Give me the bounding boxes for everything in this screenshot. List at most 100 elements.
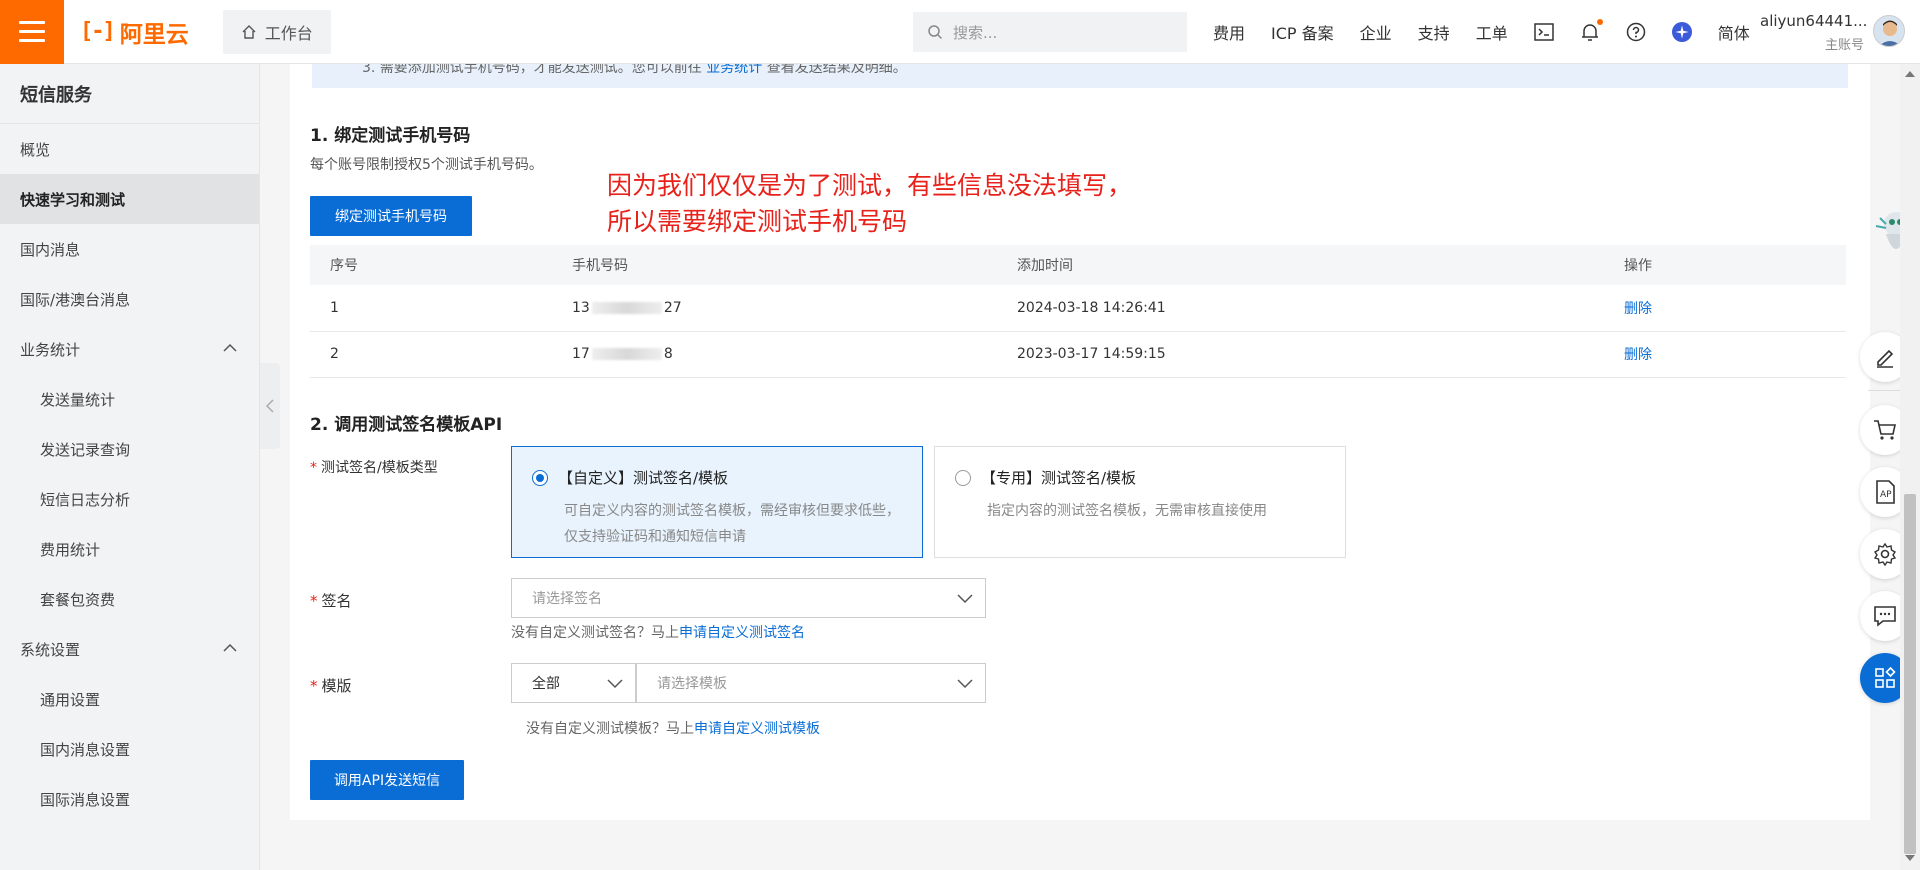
logo-text: 阿里云 xyxy=(119,21,189,48)
template-hint: 没有自定义测试模板？马上申请自定义测试模板 xyxy=(526,718,820,738)
sidebar-item-label: 国际/港澳台消息 xyxy=(20,290,131,309)
sidebar-item-domestic-settings[interactable]: 国内消息设置 xyxy=(0,724,259,774)
apply-template-link[interactable]: 申请自定义测试模板 xyxy=(694,721,820,737)
nav-enterprise[interactable]: 企业 xyxy=(1360,20,1392,44)
page-scrollbar[interactable] xyxy=(1900,64,1920,870)
template-filter-select[interactable]: 全部 xyxy=(511,663,636,703)
menu-button[interactable] xyxy=(0,0,64,64)
apps-grid-icon xyxy=(1875,667,1896,688)
top-nav: 费用 ICP 备案 企业 支持 工单 简体 xyxy=(1200,0,1763,64)
red-annotation: 因为我们仅仅是为了测试，有些信息没法填写， 所以需要绑定测试手机号码 xyxy=(607,168,1132,240)
language-switch[interactable]: 简体 xyxy=(1718,20,1750,44)
nav-ticket[interactable]: 工单 xyxy=(1476,20,1508,44)
account-menu[interactable]: aliyun64441... 主账号 xyxy=(1760,12,1867,53)
cell-time: 2023-03-17 14:59:15 xyxy=(997,331,1604,378)
sidebar-item-send-volume[interactable]: 发送量统计 xyxy=(0,374,259,424)
template-hint-text: 没有自定义测试模板？马上 xyxy=(526,721,694,737)
sidebar-item-general-settings[interactable]: 通用设置 xyxy=(0,674,259,724)
cart-icon xyxy=(1874,420,1896,440)
chevron-down-icon xyxy=(957,679,973,689)
chevron-down-icon xyxy=(607,679,623,689)
card-special-desc: 指定内容的测试签名模板，无需审核直接使用 xyxy=(987,503,1267,519)
required-mark: * xyxy=(310,677,318,695)
scroll-up-icon xyxy=(1905,71,1915,77)
scrollbar-thumb[interactable] xyxy=(1904,494,1916,854)
sidebar-item-label: 费用统计 xyxy=(40,540,101,559)
account-role: 主账号 xyxy=(1824,38,1864,53)
cell-phone: 13 27 xyxy=(552,285,997,332)
sign-select[interactable]: 请选择签名 xyxy=(511,578,986,618)
search-input[interactable]: 搜索... xyxy=(913,12,1187,52)
col-phone: 手机号码 xyxy=(552,245,997,285)
sidebar-item-label: 系统设置 xyxy=(20,640,81,659)
required-mark: * xyxy=(310,460,317,476)
help-icon[interactable] xyxy=(1626,22,1646,42)
terminal-icon[interactable] xyxy=(1533,22,1554,42)
chat-icon xyxy=(1874,606,1896,627)
radio-special[interactable] xyxy=(955,469,971,486)
template-filter-value: 全部 xyxy=(532,676,560,692)
main-panel: 3. 需要添加测试手机号码，才能发送测试。您可以前往 业务统计 查看发送结果及明… xyxy=(290,64,1870,820)
bind-phone-button[interactable]: 绑定测试手机号码 xyxy=(310,196,472,236)
table-header-row: 序号 手机号码 添加时间 操作 xyxy=(310,245,1846,285)
svg-text:AP: AP xyxy=(1880,490,1892,500)
template-label: * 模版 xyxy=(310,675,352,696)
info-text: 3. 需要添加测试手机号码，才能发送测试。您可以前往 xyxy=(362,64,702,76)
ai-assistant-icon[interactable] xyxy=(1671,22,1692,42)
sidebar: 短信服务 概览 快速学习和测试 国内消息 国际/港澳台消息 业务统计 发送量统计… xyxy=(0,64,260,870)
sidebar-item-system-settings[interactable]: 系统设置 xyxy=(0,624,259,674)
card-special-title: 【专用】测试签名/模板 xyxy=(981,469,1137,487)
chevron-down-icon xyxy=(957,594,973,604)
apply-sign-link[interactable]: 申请自定义测试签名 xyxy=(679,625,805,641)
table-row: 2 17 8 2023-03-17 14:59:15 删除 xyxy=(310,331,1846,378)
required-mark: * xyxy=(310,592,318,610)
radio-custom[interactable] xyxy=(532,469,548,486)
home-icon xyxy=(242,24,256,39)
sidebar-item-international-settings[interactable]: 国际消息设置 xyxy=(0,774,259,824)
phone-suffix: 27 xyxy=(663,299,682,316)
sidebar-item-log-analysis[interactable]: 短信日志分析 xyxy=(0,474,259,524)
delete-link[interactable]: 删除 xyxy=(1604,331,1846,378)
workbench-button[interactable]: 工作台 xyxy=(222,9,331,54)
sidebar-collapse-handle[interactable] xyxy=(260,363,280,449)
annotation-line-1: 因为我们仅仅是为了测试，有些信息没法填写， xyxy=(607,171,1133,200)
workbench-label: 工作台 xyxy=(264,23,313,43)
delete-link[interactable]: 删除 xyxy=(1604,285,1846,332)
sidebar-item-label: 套餐包资费 xyxy=(40,590,116,609)
aliyun-logo[interactable]: [-] 阿里云 xyxy=(80,15,189,49)
search-placeholder: 搜索... xyxy=(953,23,998,42)
info-link[interactable]: 业务统计 xyxy=(706,64,762,76)
sidebar-item-package-pricing[interactable]: 套餐包资费 xyxy=(0,574,259,624)
sidebar-item-overview[interactable]: 概览 xyxy=(0,124,259,174)
sidebar-item-label: 国内消息设置 xyxy=(40,740,131,759)
send-sms-button[interactable]: 调用API发送短信 xyxy=(310,760,464,800)
chevron-up-icon xyxy=(223,343,237,352)
sidebar-item-cost-stats[interactable]: 费用统计 xyxy=(0,524,259,574)
phone-suffix: 8 xyxy=(663,346,673,362)
card-custom-desc: 可自定义内容的测试签名模板，需经审核但要求低些，仅支持验证码和通知短信申请 xyxy=(564,503,900,545)
table-row: 1 13 27 2024-03-18 14:26:41 删除 xyxy=(310,285,1846,332)
cell-time: 2024-03-18 14:26:41 xyxy=(997,285,1604,332)
sidebar-item-label: 业务统计 xyxy=(20,340,81,359)
redaction-blur xyxy=(591,348,662,360)
sign-label: * 签名 xyxy=(310,590,352,611)
type-label: * 测试签名/模板类型 xyxy=(310,457,438,477)
nav-support[interactable]: 支持 xyxy=(1418,20,1450,44)
nav-fees[interactable]: 费用 xyxy=(1213,20,1245,44)
scroll-down-icon xyxy=(1905,855,1915,861)
cell-index: 1 xyxy=(310,285,552,332)
gear-icon xyxy=(1873,542,1897,566)
sidebar-item-international[interactable]: 国际/港澳台消息 xyxy=(0,274,259,324)
template-placeholder: 请选择模板 xyxy=(657,676,727,692)
bell-icon[interactable] xyxy=(1580,19,1603,42)
avatar[interactable] xyxy=(1873,15,1905,47)
sidebar-item-label: 发送量统计 xyxy=(40,390,116,409)
sidebar-item-business-stats[interactable]: 业务统计 xyxy=(0,324,259,374)
sidebar-item-quick-start[interactable]: 快速学习和测试 xyxy=(0,174,259,224)
nav-icp[interactable]: ICP 备案 xyxy=(1271,20,1334,44)
card-special-template[interactable]: 【专用】测试签名/模板 指定内容的测试签名模板，无需审核直接使用 xyxy=(934,446,1346,558)
sidebar-item-domestic[interactable]: 国内消息 xyxy=(0,224,259,274)
sidebar-item-send-records[interactable]: 发送记录查询 xyxy=(0,424,259,474)
card-custom-template[interactable]: 【自定义】测试签名/模板 可自定义内容的测试签名模板，需经审核但要求低些，仅支持… xyxy=(511,446,923,558)
template-select[interactable]: 请选择模板 xyxy=(636,663,986,703)
